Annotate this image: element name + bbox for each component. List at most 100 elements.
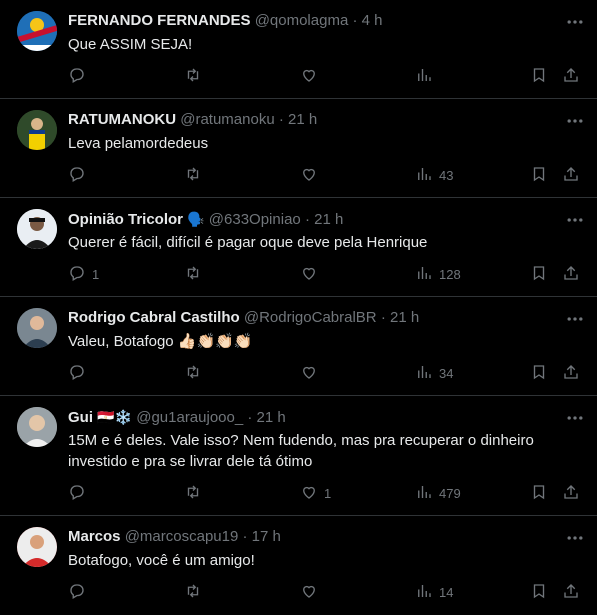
more-icon[interactable] <box>565 528 585 548</box>
user-handle[interactable]: @qomolagma <box>255 12 349 29</box>
timestamp[interactable]: 21 h <box>257 409 286 426</box>
bookmark-button[interactable] <box>530 64 548 88</box>
views-icon <box>415 363 433 384</box>
views-button[interactable]: 128 <box>415 262 461 286</box>
user-handle[interactable]: @RodrigoCabralBR <box>244 309 377 326</box>
share-button[interactable] <box>562 163 580 187</box>
share-icon <box>562 66 580 87</box>
reply-button[interactable] <box>68 481 92 505</box>
avatar[interactable] <box>17 209 57 249</box>
reply-button[interactable] <box>68 361 92 385</box>
user-name[interactable]: FERNANDO FERNANDES <box>68 12 251 29</box>
like-button[interactable]: 1 <box>300 481 331 505</box>
avatar[interactable] <box>17 110 57 150</box>
retweet-button[interactable] <box>184 64 208 88</box>
timestamp[interactable]: 4 h <box>362 12 383 29</box>
user-name[interactable]: RATUMANOKU <box>68 111 176 128</box>
tweet[interactable]: Opinião Tricolor 🗣️ @633Opiniao · 21 h Q… <box>0 198 597 297</box>
like-button[interactable] <box>300 580 324 604</box>
more-icon[interactable] <box>565 111 585 131</box>
bookmark-button[interactable] <box>530 262 548 286</box>
avatar[interactable] <box>17 308 57 348</box>
tweet-actions: 43 <box>60 163 590 187</box>
more-icon[interactable] <box>565 408 585 428</box>
tweet-actions: 1 128 <box>60 262 590 286</box>
view-count: 43 <box>439 167 454 183</box>
tweet-header: Rodrigo Cabral Castilho @RodrigoCabralBR… <box>68 308 419 328</box>
views-button[interactable]: 14 <box>415 580 453 604</box>
share-button[interactable] <box>562 262 580 286</box>
tweet-text: Que ASSIM SEJA! <box>68 36 193 53</box>
reply-icon <box>68 264 86 285</box>
tweet-header: Marcos @marcoscapu19 · 17 h <box>68 527 281 547</box>
more-icon[interactable] <box>565 12 585 32</box>
tweet[interactable]: Gui 🇪🇬❄️ @gu1araujooo_ · 21 h 15M e é de… <box>0 396 597 516</box>
retweet-icon <box>184 264 202 285</box>
view-count: 34 <box>439 365 454 381</box>
bookmark-button[interactable] <box>530 580 548 604</box>
more-icon[interactable] <box>565 210 585 230</box>
reply-button[interactable] <box>68 64 92 88</box>
retweet-button[interactable] <box>184 580 208 604</box>
user-handle[interactable]: @633Opiniao <box>209 211 301 228</box>
user-name[interactable]: Rodrigo Cabral Castilho <box>68 309 240 326</box>
views-button[interactable]: 43 <box>415 163 453 187</box>
tweet-text: 15M e é deles. Vale isso? Nem fudendo, m… <box>68 432 534 470</box>
tweet[interactable]: FERNANDO FERNANDES @qomolagma · 4 h Que … <box>0 0 597 99</box>
reply-button[interactable] <box>68 163 92 187</box>
like-icon <box>300 66 318 87</box>
user-handle[interactable]: @ratumanoku <box>180 111 274 128</box>
separator: · <box>304 211 310 228</box>
like-icon <box>300 483 318 504</box>
retweet-button[interactable] <box>184 361 208 385</box>
like-button[interactable] <box>300 262 324 286</box>
tweet-actions <box>60 64 590 88</box>
timestamp[interactable]: 21 h <box>288 111 317 128</box>
retweet-icon <box>184 582 202 603</box>
timestamp[interactable]: 21 h <box>314 211 343 228</box>
user-handle[interactable]: @marcoscapu19 <box>125 528 239 545</box>
tweet-actions: 1 479 <box>60 481 590 505</box>
like-button[interactable] <box>300 361 324 385</box>
bookmark-button[interactable] <box>530 163 548 187</box>
timestamp[interactable]: 21 h <box>390 309 419 326</box>
views-button[interactable]: 479 <box>415 481 461 505</box>
like-icon <box>300 582 318 603</box>
view-count: 14 <box>439 584 454 600</box>
reply-button[interactable]: 1 <box>68 262 99 286</box>
retweet-button[interactable] <box>184 481 208 505</box>
retweet-button[interactable] <box>184 262 208 286</box>
retweet-icon <box>184 165 202 186</box>
avatar[interactable] <box>17 11 57 51</box>
tweet-actions: 14 <box>60 580 590 604</box>
share-button[interactable] <box>562 580 580 604</box>
like-button[interactable] <box>300 163 324 187</box>
user-name[interactable]: Opinião Tricolor <box>68 211 183 228</box>
views-button[interactable] <box>415 64 439 88</box>
tweet[interactable]: Rodrigo Cabral Castilho @RodrigoCabralBR… <box>0 297 597 396</box>
views-icon <box>415 483 433 504</box>
more-icon[interactable] <box>565 309 585 329</box>
tweet[interactable]: RATUMANOKU @ratumanoku · 21 h Leva pelam… <box>0 99 597 198</box>
reply-button[interactable] <box>68 580 92 604</box>
bookmark-button[interactable] <box>530 481 548 505</box>
timestamp[interactable]: 17 h <box>252 528 281 545</box>
reply-icon <box>68 66 86 87</box>
separator: · <box>352 12 358 29</box>
user-name[interactable]: Marcos <box>68 528 121 545</box>
separator: · <box>247 409 253 426</box>
share-button[interactable] <box>562 361 580 385</box>
retweet-button[interactable] <box>184 163 208 187</box>
share-button[interactable] <box>562 64 580 88</box>
share-button[interactable] <box>562 481 580 505</box>
tweet[interactable]: Marcos @marcoscapu19 · 17 h Botafogo, vo… <box>0 516 597 615</box>
user-handle[interactable]: @gu1araujooo_ <box>136 409 243 426</box>
user-name[interactable]: Gui <box>68 409 93 426</box>
bookmark-icon <box>530 483 548 504</box>
views-button[interactable]: 34 <box>415 361 453 385</box>
like-button[interactable] <box>300 64 324 88</box>
name-emoji: 🇪🇬❄️ <box>97 409 133 425</box>
bookmark-button[interactable] <box>530 361 548 385</box>
avatar[interactable] <box>17 527 57 567</box>
avatar[interactable] <box>17 407 57 447</box>
